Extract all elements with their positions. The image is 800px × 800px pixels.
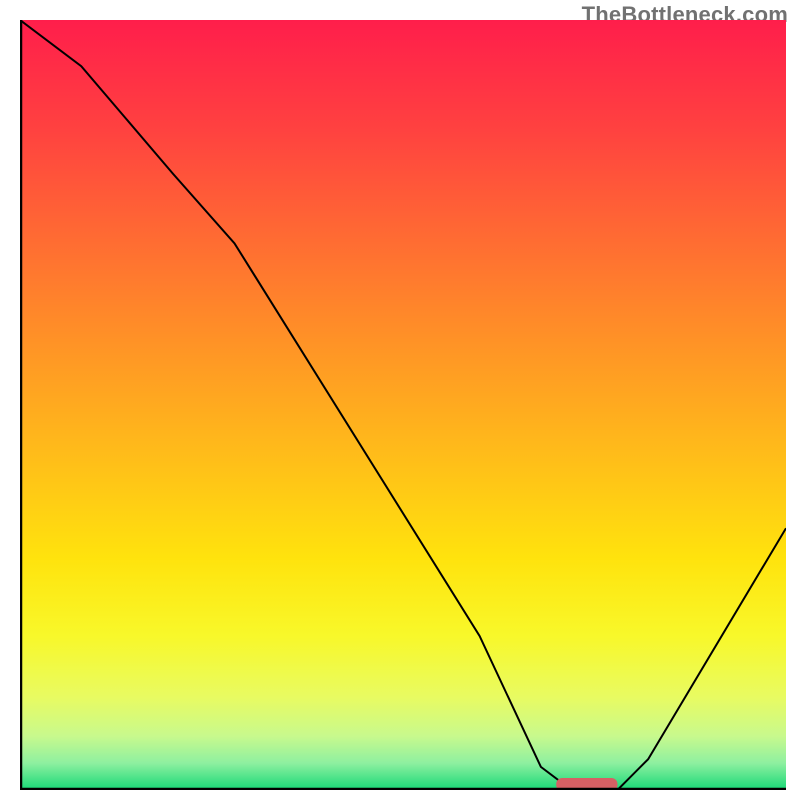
gradient-background (20, 20, 786, 790)
chart-svg (20, 20, 786, 790)
chart-area (20, 20, 786, 790)
